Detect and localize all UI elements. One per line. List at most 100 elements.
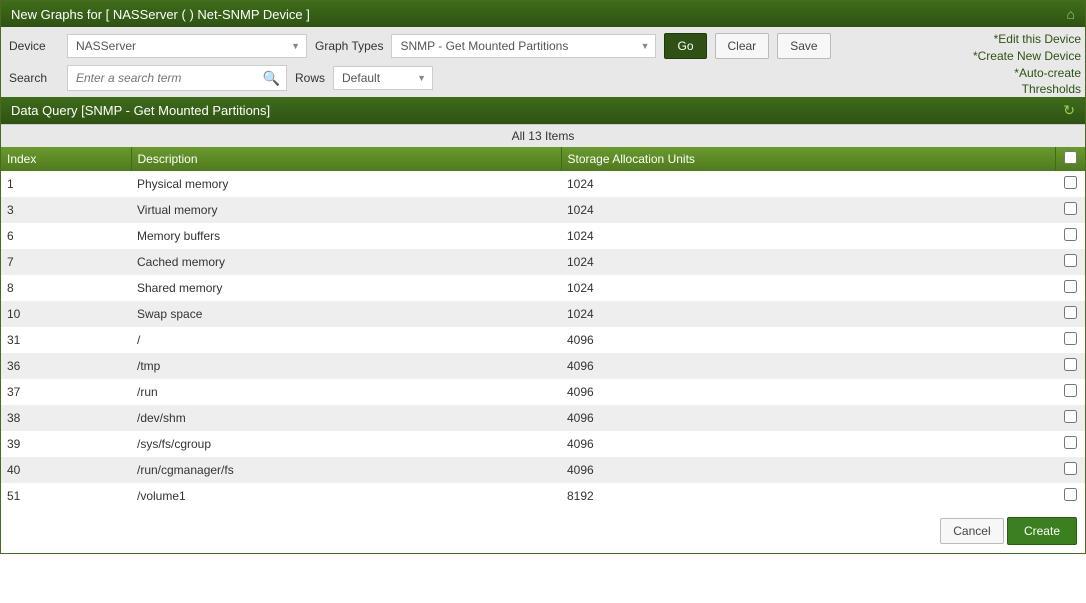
col-header-select-all (1055, 147, 1085, 171)
cell-storage: 4096 (561, 431, 1055, 457)
table-row[interactable]: 7Cached memory1024 (1, 249, 1085, 275)
cell-checkbox (1055, 379, 1085, 405)
cell-storage: 1024 (561, 171, 1055, 197)
table-row[interactable]: 38/dev/shm4096 (1, 405, 1085, 431)
refresh-icon[interactable]: ↻ (1063, 102, 1075, 119)
table-row[interactable]: 10Swap space1024 (1, 301, 1085, 327)
graph-types-label: Graph Types (315, 39, 383, 53)
thresholds-link[interactable]: Thresholds (973, 81, 1081, 98)
graph-types-dropdown[interactable]: SNMP - Get Mounted Partitions ▼ (391, 34, 656, 58)
cell-description: / (131, 327, 561, 353)
cell-description: /run/cgmanager/fs (131, 457, 561, 483)
cell-index: 7 (1, 249, 131, 275)
cell-index: 3 (1, 197, 131, 223)
cell-index: 6 (1, 223, 131, 249)
cell-checkbox (1055, 197, 1085, 223)
cell-index: 36 (1, 353, 131, 379)
page-header: New Graphs for [ NASServer ( ) Net-SNMP … (1, 1, 1085, 27)
cell-index: 10 (1, 301, 131, 327)
create-button[interactable]: Create (1007, 517, 1077, 545)
select-all-checkbox[interactable] (1064, 151, 1077, 164)
search-input[interactable] (74, 70, 263, 86)
cell-checkbox (1055, 249, 1085, 275)
cell-index: 51 (1, 483, 131, 509)
cell-storage: 1024 (561, 301, 1055, 327)
cell-storage: 1024 (561, 197, 1055, 223)
table-row[interactable]: 40/run/cgmanager/fs4096 (1, 457, 1085, 483)
table-row[interactable]: 1Physical memory1024 (1, 171, 1085, 197)
go-button[interactable]: Go (664, 33, 706, 59)
auto-create-link[interactable]: *Auto-create (973, 65, 1081, 82)
cell-storage: 4096 (561, 379, 1055, 405)
row-checkbox[interactable] (1064, 358, 1077, 371)
page-title: New Graphs for [ NASServer ( ) Net-SNMP … (11, 7, 310, 22)
table-row[interactable]: 39/sys/fs/cgroup4096 (1, 431, 1085, 457)
row-checkbox[interactable] (1064, 202, 1077, 215)
table-row[interactable]: 51/volume18192 (1, 483, 1085, 509)
cell-checkbox (1055, 301, 1085, 327)
cell-index: 40 (1, 457, 131, 483)
cell-checkbox (1055, 457, 1085, 483)
col-header-index[interactable]: Index (1, 147, 131, 171)
row-checkbox[interactable] (1064, 436, 1077, 449)
cell-index: 37 (1, 379, 131, 405)
row-checkbox[interactable] (1064, 410, 1077, 423)
side-links: *Edit this Device *Create New Device *Au… (973, 31, 1081, 98)
table-row[interactable]: 36/tmp4096 (1, 353, 1085, 379)
rows-dropdown[interactable]: Default ▼ (333, 66, 433, 90)
data-table: Index Description Storage Allocation Uni… (1, 147, 1085, 509)
cell-checkbox (1055, 171, 1085, 197)
cell-description: /volume1 (131, 483, 561, 509)
row-checkbox[interactable] (1064, 254, 1077, 267)
cell-description: Cached memory (131, 249, 561, 275)
cell-storage: 4096 (561, 405, 1055, 431)
table-row[interactable]: 37/run4096 (1, 379, 1085, 405)
data-query-header: Data Query [SNMP - Get Mounted Partition… (1, 97, 1085, 124)
clear-button[interactable]: Clear (715, 33, 770, 59)
row-checkbox[interactable] (1064, 488, 1077, 501)
create-device-link[interactable]: *Create New Device (973, 48, 1081, 65)
edit-device-link[interactable]: *Edit this Device (973, 31, 1081, 48)
graph-types-value: SNMP - Get Mounted Partitions (400, 39, 568, 53)
row-checkbox[interactable] (1064, 280, 1077, 293)
table-row[interactable]: 6Memory buffers1024 (1, 223, 1085, 249)
col-header-description[interactable]: Description (131, 147, 561, 171)
cell-storage: 4096 (561, 327, 1055, 353)
cell-storage: 4096 (561, 353, 1055, 379)
cell-storage: 1024 (561, 275, 1055, 301)
col-header-storage[interactable]: Storage Allocation Units (561, 147, 1055, 171)
device-dropdown-value: NASServer (76, 39, 136, 53)
collapse-icon[interactable]: ⌂ (1067, 6, 1075, 22)
row-checkbox[interactable] (1064, 462, 1077, 475)
cell-checkbox (1055, 327, 1085, 353)
cell-description: Shared memory (131, 275, 561, 301)
items-count-bar: All 13 Items (1, 124, 1085, 147)
cell-description: /run (131, 379, 561, 405)
row-checkbox[interactable] (1064, 332, 1077, 345)
table-row[interactable]: 31/4096 (1, 327, 1085, 353)
table-row[interactable]: 8Shared memory1024 (1, 275, 1085, 301)
cancel-button[interactable]: Cancel (940, 518, 1003, 544)
cell-description: Memory buffers (131, 223, 561, 249)
cell-description: /sys/fs/cgroup (131, 431, 561, 457)
row-checkbox[interactable] (1064, 228, 1077, 241)
cell-description: /dev/shm (131, 405, 561, 431)
cell-storage: 4096 (561, 457, 1055, 483)
cell-checkbox (1055, 405, 1085, 431)
table-row[interactable]: 3Virtual memory1024 (1, 197, 1085, 223)
row-checkbox[interactable] (1064, 384, 1077, 397)
device-dropdown[interactable]: NASServer ▼ (67, 34, 307, 58)
save-button[interactable]: Save (777, 33, 830, 59)
cell-index: 1 (1, 171, 131, 197)
cell-index: 38 (1, 405, 131, 431)
cell-storage: 8192 (561, 483, 1055, 509)
row-checkbox[interactable] (1064, 176, 1077, 189)
chevron-down-icon: ▼ (291, 41, 300, 51)
rows-label: Rows (295, 71, 325, 85)
search-label: Search (9, 71, 59, 85)
row-checkbox[interactable] (1064, 306, 1077, 319)
chevron-down-icon: ▼ (641, 41, 650, 51)
cell-description: Physical memory (131, 171, 561, 197)
cell-index: 31 (1, 327, 131, 353)
search-icon[interactable]: 🔍 (263, 70, 280, 87)
